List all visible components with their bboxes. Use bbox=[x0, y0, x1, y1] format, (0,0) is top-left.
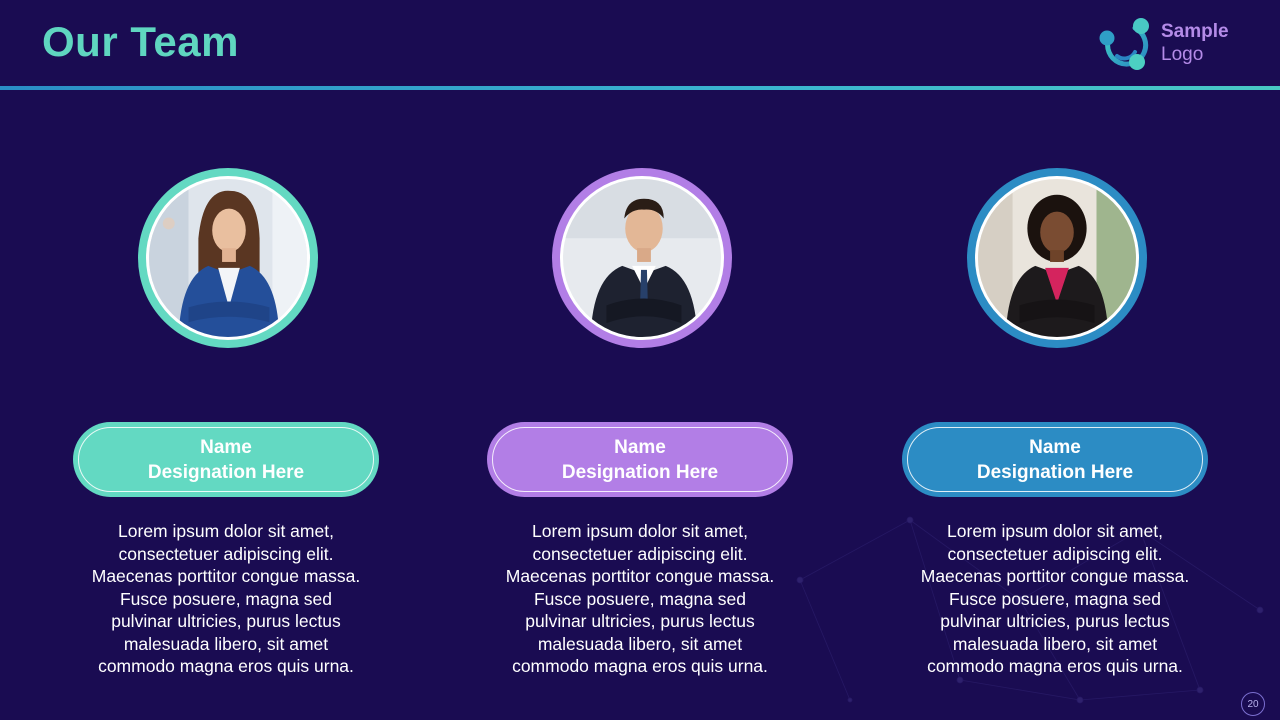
member-name-pill[interactable]: Name Designation Here bbox=[902, 422, 1208, 497]
logo: Sample Logo bbox=[1097, 16, 1247, 76]
team-member-card: Name Designation Here Lorem ipsum dolor … bbox=[902, 168, 1212, 688]
team-member-card: Name Designation Here Lorem ipsum dolor … bbox=[487, 168, 797, 688]
member-designation: Designation Here bbox=[147, 461, 305, 483]
member-description: Lorem ipsum dolor sit amet, consectetuer… bbox=[91, 521, 361, 676]
page-number: 20 bbox=[1241, 692, 1265, 716]
avatar bbox=[138, 168, 318, 348]
member-name-pill[interactable]: Name Designation Here bbox=[487, 422, 793, 497]
avatar bbox=[552, 168, 732, 348]
avatar bbox=[967, 168, 1147, 348]
page-title: Our Team bbox=[42, 18, 239, 65]
slide: Our Team Sample Logo Name Designation He… bbox=[0, 0, 1280, 720]
team-member-card: Name Designation Here Lorem ipsum dolor … bbox=[73, 168, 383, 688]
member-designation: Designation Here bbox=[976, 461, 1134, 483]
logo-text-line1: Sample bbox=[1161, 21, 1229, 42]
member-name: Name bbox=[1029, 436, 1081, 458]
header-divider bbox=[0, 86, 1280, 90]
member-description: Lorem ipsum dolor sit amet, consectetuer… bbox=[920, 521, 1190, 676]
member-name: Name bbox=[200, 436, 252, 458]
man-portrait-photo bbox=[563, 179, 721, 337]
woman-portrait-photo bbox=[978, 179, 1136, 337]
woman-portrait-photo bbox=[149, 179, 307, 337]
member-designation: Designation Here bbox=[561, 461, 719, 483]
member-name-pill[interactable]: Name Designation Here bbox=[73, 422, 379, 497]
molecule-logo-icon bbox=[1099, 18, 1149, 70]
member-name: Name bbox=[614, 436, 666, 458]
logo-text-line2: Logo bbox=[1161, 44, 1204, 65]
member-description: Lorem ipsum dolor sit amet, consectetuer… bbox=[505, 521, 775, 676]
